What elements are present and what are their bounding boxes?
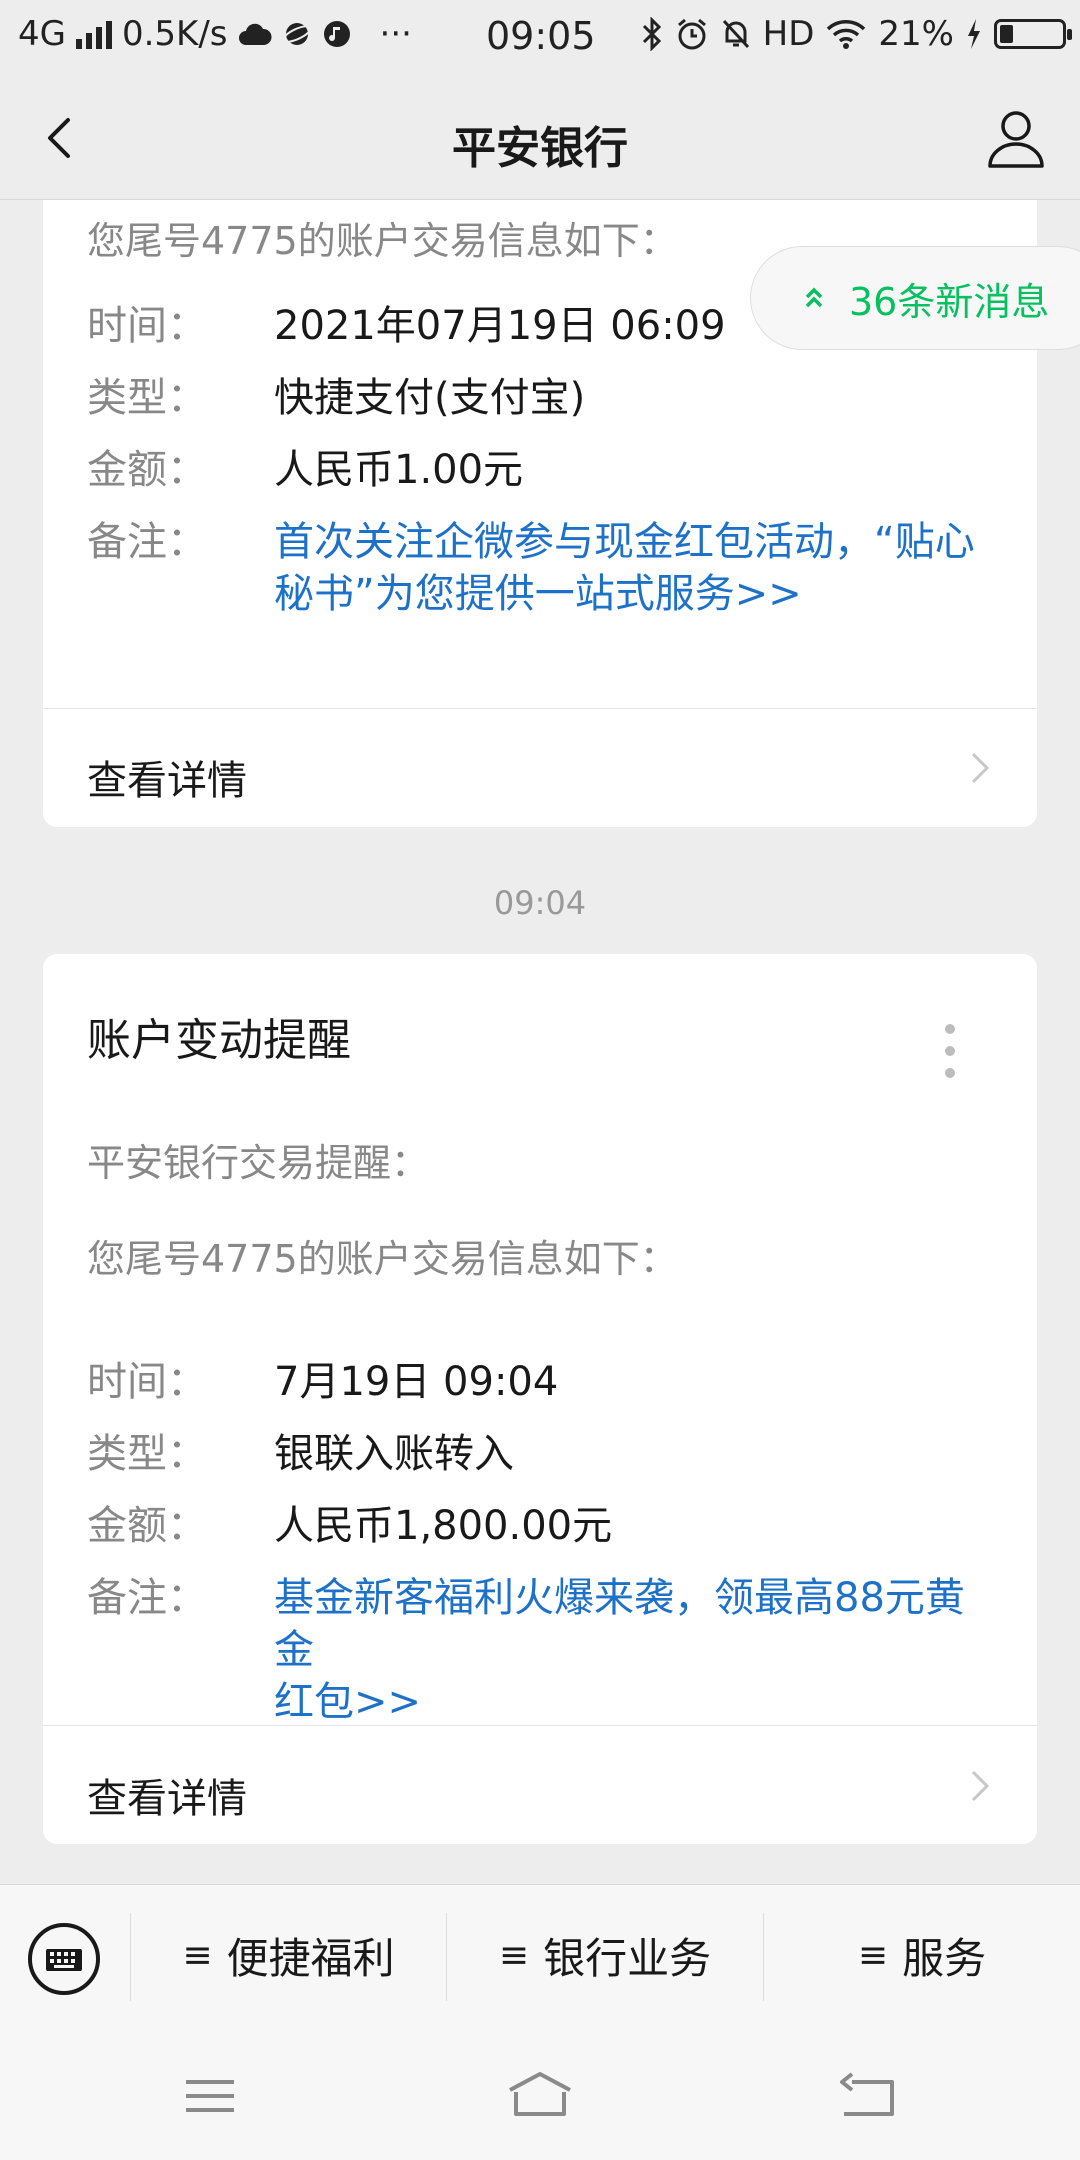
promo-line-1[interactable]: 首次关注企微参与现金红包活动，“贴心 [274, 516, 997, 568]
keyboard-icon [28, 1923, 100, 1995]
system-back-button[interactable] [830, 2068, 906, 2124]
chevron-right-icon [971, 752, 990, 784]
network-type: 4G [18, 14, 66, 54]
more-status-dots: ··· [379, 14, 412, 54]
row-value: 银联入账转入 [274, 1431, 514, 1477]
menu-prefix: ≡ [498, 1934, 530, 1976]
menu-item-label: 服务 [902, 1933, 987, 1983]
row-label: 备注： [87, 519, 207, 565]
menu-item-services[interactable]: ≡ 服务 [764, 1925, 1080, 1985]
row-value: 快捷支付(支付宝) [274, 375, 586, 421]
new-messages-label: 36条新消息 [849, 279, 1050, 324]
music-chat-icon [323, 21, 350, 47]
home-button[interactable] [502, 2068, 578, 2124]
divider [43, 708, 1037, 709]
charging-icon [968, 19, 980, 49]
chat-header: 平安银行 [0, 76, 1080, 200]
hd-label: HD [762, 14, 815, 54]
recent-apps-button[interactable] [172, 2068, 248, 2124]
promo-line-2[interactable]: 秘书”为您提供一站式服务>> [274, 568, 997, 620]
double-chevron-up-icon [805, 287, 823, 308]
promo-line-1[interactable]: 基金新客福利火爆来袭，领最高88元黄金 [274, 1572, 997, 1676]
wifi-icon [827, 20, 866, 49]
row-value: 7月19日 09:04 [274, 1359, 559, 1405]
home-icon [509, 2072, 571, 2116]
row-value: 人民币1,800.00元 [274, 1503, 613, 1549]
row-label: 时间： [87, 303, 207, 349]
status-left: 4G 0.5K/s ··· [18, 14, 412, 54]
promo-line-2[interactable]: 红包>> [274, 1676, 997, 1728]
account-intro: 您尾号4775的账户交易信息如下： [87, 219, 678, 263]
message-card: 账户变动提醒 平安银行交易提醒： 您尾号4775的账户交易信息如下： 时间： 7… [43, 954, 1037, 1844]
card-title: 账户变动提醒 [87, 1015, 351, 1066]
mute-icon [722, 19, 749, 49]
menu-icon [186, 2080, 234, 2112]
back-arrow-icon [840, 2072, 894, 2116]
battery-fill [1000, 25, 1013, 43]
battery-percent: 21% [878, 14, 954, 54]
person-icon [988, 111, 1044, 168]
cloud-icon [238, 23, 272, 45]
row-label: 时间： [87, 1359, 207, 1405]
planet-icon [281, 23, 312, 45]
account-intro: 您尾号4775的账户交易信息如下： [87, 1237, 678, 1281]
system-nav-bar [0, 2024, 1080, 2160]
more-options-icon[interactable] [943, 1024, 957, 1080]
row-label: 类型： [87, 375, 207, 421]
new-messages-button[interactable]: 36条新消息 [750, 246, 1080, 350]
promo-link[interactable]: 首次关注企微参与现金红包活动，“贴心 秘书”为您提供一站式服务>> [274, 516, 997, 620]
info-row-remark: 备注： 首次关注企微参与现金红包活动，“贴心 秘书”为您提供一站式服务>> [87, 516, 997, 626]
bank-greeting: 平安银行交易提醒： [87, 1141, 430, 1185]
row-label: 金额： [87, 447, 207, 493]
alarm-icon [677, 18, 706, 50]
network-speed: 0.5K/s [121, 14, 228, 54]
battery-icon [994, 19, 1072, 49]
page-title: 平安银行 [452, 123, 628, 174]
row-label: 金额： [87, 1503, 207, 1549]
menu-item-label: 便捷福利 [226, 1933, 395, 1983]
divider [43, 1725, 1037, 1726]
menu-prefix: ≡ [857, 1934, 889, 1976]
row-label: 类型： [87, 1431, 207, 1477]
official-account-menu: ≡ 便捷福利 ≡ 银行业务 ≡ 服务 [0, 1884, 1080, 2024]
promo-link[interactable]: 基金新客福利火爆来袭，领最高88元黄金 红包>> [274, 1572, 997, 1728]
view-details-label[interactable]: 查看详情 [87, 1766, 247, 1824]
bluetooth-icon [642, 17, 661, 51]
status-bar: 4G 0.5K/s ··· 09:05 HD 21% [0, 0, 1080, 76]
status-right: HD 21% [641, 14, 1072, 54]
signal-icon [75, 19, 112, 49]
menu-item-banking[interactable]: ≡ 银行业务 [447, 1925, 763, 1985]
chevron-right-icon [971, 1770, 990, 1802]
menu-item-label: 银行业务 [543, 1933, 712, 1983]
profile-button[interactable] [982, 104, 1050, 172]
view-details-label[interactable]: 查看详情 [87, 748, 247, 806]
menu-prefix: ≡ [182, 1934, 213, 1976]
message-list[interactable]: 您尾号4775的账户交易信息如下： 时间： 2021年07月19日 06:09 … [0, 200, 1080, 1884]
message-timestamp: 09:04 [493, 884, 587, 922]
row-value: 人民币1.00元 [274, 447, 524, 493]
info-row-remark: 备注： 基金新客福利火爆来袭，领最高88元黄金 红包>> [87, 1572, 997, 1725]
clock: 09:05 [486, 14, 596, 58]
row-label: 备注： [87, 1575, 207, 1621]
keyboard-toggle-button[interactable] [26, 1921, 102, 1997]
menu-item-benefits[interactable]: ≡ 便捷福利 [131, 1925, 446, 1985]
